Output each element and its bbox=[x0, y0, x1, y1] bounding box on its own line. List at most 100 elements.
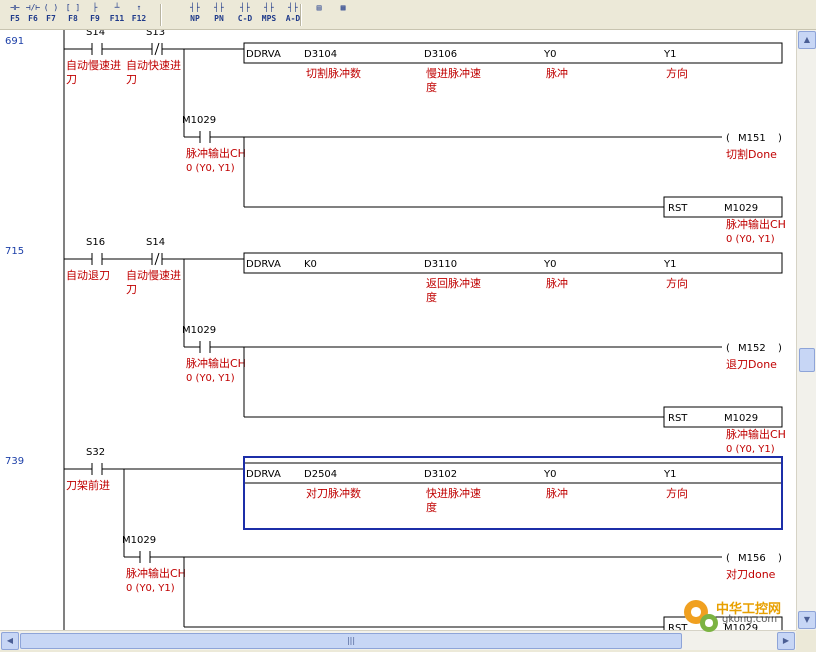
contact-device-label: S14 bbox=[86, 30, 105, 38]
coil-bracket-close: ) bbox=[778, 133, 782, 144]
contact-comment: 自动快速进 bbox=[126, 59, 181, 72]
contact-device-label: S16 bbox=[86, 237, 105, 248]
watermark-url: gkong.com bbox=[722, 614, 778, 625]
vertical-line-button[interactable]: ┴ F11 bbox=[106, 3, 128, 27]
contact-s14-slash bbox=[154, 252, 160, 266]
monitor-button[interactable]: ▦ bbox=[332, 3, 354, 27]
scroll-left-icon[interactable]: ◀ bbox=[1, 632, 19, 650]
contact-comment: 刀架前进 bbox=[66, 478, 110, 492]
operand-comment: 方向 bbox=[666, 66, 688, 80]
rst-device: M1029 bbox=[724, 203, 758, 214]
operand-comment: 度 bbox=[426, 80, 437, 94]
toolbar-key-label: F11 bbox=[109, 14, 125, 23]
monitor-icon: ▦ bbox=[340, 3, 346, 12]
operand-comment: 方向 bbox=[666, 486, 688, 500]
horizontal-scrollbar[interactable]: ◀ ||| ▶ bbox=[0, 630, 796, 650]
rising-edge-icon: ↑ bbox=[136, 3, 142, 12]
contact-device-label: M1029 bbox=[182, 115, 216, 126]
instruction-operand: Y0 bbox=[543, 49, 556, 60]
instruction-operand: Y0 bbox=[543, 259, 556, 270]
instruction-operand: Y1 bbox=[663, 469, 676, 480]
rst-device: M1029 bbox=[724, 413, 758, 424]
instruction-operand: Y0 bbox=[543, 469, 556, 480]
coil-icon: ( ) bbox=[43, 3, 59, 12]
operand-comment: 度 bbox=[426, 500, 437, 514]
operand-comment: 对刀脉冲数 bbox=[306, 486, 361, 500]
watermark: 中华工控网 gkong.com bbox=[684, 596, 812, 636]
instruction-operand: D3104 bbox=[304, 49, 337, 60]
instruction-operand: Y1 bbox=[663, 259, 676, 270]
instruction-box[interactable] bbox=[243, 252, 783, 274]
coil-device: M152 bbox=[738, 343, 766, 354]
vertical-scrollbar[interactable]: ▲ ▼ bbox=[796, 30, 816, 630]
mps-button[interactable]: ┤├ MPS bbox=[258, 3, 280, 27]
toolbar-key-label: MPS bbox=[261, 14, 277, 23]
contact-comment: 自动退刀 bbox=[66, 269, 110, 282]
vertical-scroll-thumb[interactable] bbox=[799, 348, 815, 372]
operand-comment: 脉冲 bbox=[546, 276, 568, 290]
instruction-button[interactable]: [ ] F8 bbox=[62, 3, 84, 27]
operand-comment: 返回脉冲速 bbox=[426, 276, 481, 290]
operand-comment: 切割脉冲数 bbox=[306, 66, 361, 80]
rising-edge-button[interactable]: ↑ F12 bbox=[128, 3, 150, 27]
coil-bracket-close: ) bbox=[778, 553, 782, 564]
ladder-toolbar: ⊣⊢ F5 ⊣/⊢ F6( ) F7[ ] F8 ├ F9 ┴ F11 ↑ F12 ┤├ NP ┤├ PN ┤├… bbox=[0, 0, 816, 30]
toolbar-separator bbox=[160, 4, 162, 26]
cd-button[interactable]: ┤├ C-D bbox=[234, 3, 256, 27]
toolbar-key-label: PN bbox=[214, 14, 224, 23]
toolbar-key-label: F8 bbox=[68, 14, 78, 23]
parallel-contact-button[interactable]: ├ F9 bbox=[84, 3, 106, 27]
scroll-up-icon[interactable]: ▲ bbox=[798, 31, 816, 49]
coil-comment: 切割Done bbox=[726, 147, 777, 161]
toolbar-key-label: F12 bbox=[131, 14, 147, 23]
contact-s13-slash bbox=[154, 42, 160, 56]
instruction-mnemonic: DDRVA bbox=[246, 259, 281, 270]
contact-comment: 0 (Y0, Y1) bbox=[186, 163, 235, 174]
contact-comment: 自动慢速进 bbox=[66, 59, 121, 72]
contact-comment: 刀 bbox=[126, 283, 137, 296]
toolbar-key-label: F7 bbox=[46, 14, 56, 23]
coil-bracket-open: ( bbox=[726, 133, 730, 144]
contact-comment: 脉冲输出CH bbox=[186, 356, 246, 370]
contact-device-label: M1029 bbox=[182, 325, 216, 336]
operand-comment: 脉冲 bbox=[546, 486, 568, 500]
contact-comment: 脉冲输出CH bbox=[126, 566, 186, 580]
contact-comment: 自动慢速进 bbox=[126, 269, 181, 282]
np-button[interactable]: ┤├ NP bbox=[184, 3, 206, 27]
instruction-operand: D2504 bbox=[304, 469, 337, 480]
rst-mnemonic: RST bbox=[668, 203, 688, 214]
instruction-operand: D3106 bbox=[424, 49, 457, 60]
horizontal-scroll-thumb[interactable]: ||| bbox=[20, 633, 682, 649]
operand-comment: 度 bbox=[426, 290, 437, 304]
pn-button[interactable]: ┤├ PN bbox=[208, 3, 230, 27]
step-number: 691 bbox=[5, 36, 24, 47]
vertical-line-icon: ┴ bbox=[114, 3, 120, 12]
contact-device-label: M1029 bbox=[122, 535, 156, 546]
toolbar-key-label: NP bbox=[190, 14, 200, 23]
coil-device: M151 bbox=[738, 133, 766, 144]
parallel-contact-icon: ├ bbox=[92, 3, 98, 12]
coil-bracket-open: ( bbox=[726, 553, 730, 564]
instruction-operand: D3110 bbox=[424, 259, 457, 270]
coil-comment: 退刀Done bbox=[726, 358, 777, 371]
instruction-mnemonic: DDRVA bbox=[246, 49, 281, 60]
contact-comment: 刀 bbox=[126, 73, 137, 86]
operand-comment: 脉冲 bbox=[546, 66, 568, 80]
rst-comment: 0 (Y0, Y1) bbox=[726, 444, 775, 455]
coil-bracket-open: ( bbox=[726, 343, 730, 354]
ladder-diagram-canvas[interactable]: 691 S14 自动慢速进刀 S13 自动快速进刀 DDRVA D3104 D3106 Y0 Y1… bbox=[0, 30, 796, 630]
instruction-operand: D3102 bbox=[424, 469, 457, 480]
coil-comment: 对刀done bbox=[726, 567, 776, 581]
device-list-button[interactable]: ▤ bbox=[308, 3, 330, 27]
toolbar-key-label: F9 bbox=[90, 14, 100, 23]
instruction-operand: K0 bbox=[304, 259, 317, 270]
contact-comment: 脉冲输出CH bbox=[186, 146, 246, 160]
contact-comment: 刀 bbox=[66, 73, 77, 86]
contact-comment: 0 (Y0, Y1) bbox=[126, 583, 175, 594]
contact-comment: 0 (Y0, Y1) bbox=[186, 373, 235, 384]
operand-comment: 慢进脉冲速 bbox=[426, 66, 481, 80]
coil-button[interactable]: ( ) F7 bbox=[40, 3, 62, 27]
toolbar-key-label: C-D bbox=[237, 14, 253, 23]
instruction-mnemonic: DDRVA bbox=[246, 469, 281, 480]
pn-icon: ┤├ bbox=[214, 3, 224, 12]
